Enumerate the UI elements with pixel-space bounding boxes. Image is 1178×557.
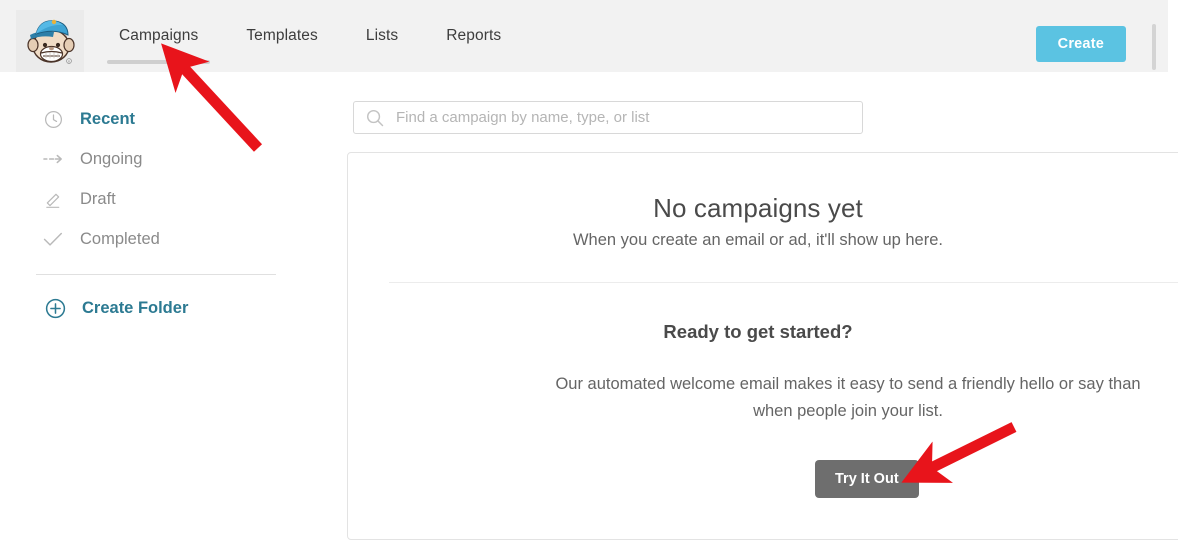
app-header: R Campaigns Templates Lists Reports Crea… bbox=[0, 0, 1168, 72]
create-button[interactable]: Create bbox=[1035, 26, 1126, 62]
sidebar-item-recent-label: Recent bbox=[80, 109, 136, 128]
sidebar-item-completed[interactable]: Completed bbox=[40, 226, 160, 252]
ready-to-start-heading: Ready to get started? bbox=[663, 321, 853, 342]
plus-circle-icon bbox=[42, 295, 68, 321]
freddie-monkey-icon: R bbox=[27, 19, 75, 64]
sidebar-item-draft[interactable]: Draft bbox=[40, 186, 116, 212]
campaigns-empty-state-card: No campaigns yet When you create an emai… bbox=[347, 152, 1178, 540]
check-icon bbox=[40, 226, 66, 252]
clock-icon bbox=[40, 106, 66, 132]
sidebar-item-draft-label: Draft bbox=[80, 189, 116, 208]
sidebar-item-ongoing-label: Ongoing bbox=[80, 149, 143, 168]
nav-tab-reports-label: Reports bbox=[446, 27, 502, 44]
sidebar-item-recent[interactable]: Recent bbox=[40, 106, 135, 132]
main-nav: Campaigns Templates Lists Reports bbox=[95, 0, 525, 72]
nav-tab-lists[interactable]: Lists bbox=[342, 0, 422, 72]
ready-to-start-description: Our automated welcome email makes it eas… bbox=[555, 375, 1141, 420]
nav-tab-campaigns[interactable]: Campaigns bbox=[95, 0, 222, 72]
create-folder-label: Create Folder bbox=[82, 298, 189, 317]
card-divider bbox=[389, 282, 1178, 283]
create-folder-button[interactable]: Create Folder bbox=[42, 295, 188, 321]
search-icon bbox=[354, 109, 396, 127]
header-scrollbar[interactable] bbox=[1152, 24, 1156, 70]
sidebar: Recent Ongoing Draft Completed Create Fo… bbox=[0, 72, 330, 557]
dashed-arrow-icon bbox=[40, 146, 66, 172]
sidebar-item-ongoing[interactable]: Ongoing bbox=[40, 146, 142, 172]
sidebar-item-completed-label: Completed bbox=[80, 229, 160, 248]
search-input[interactable] bbox=[396, 109, 862, 126]
sidebar-divider bbox=[36, 274, 276, 275]
empty-state-title: No campaigns yet bbox=[653, 193, 863, 223]
nav-tab-templates-label: Templates bbox=[246, 27, 318, 44]
nav-tab-lists-label: Lists bbox=[365, 27, 399, 44]
nav-tab-templates[interactable]: Templates bbox=[222, 0, 342, 72]
mailchimp-logo[interactable]: R bbox=[16, 10, 84, 72]
try-it-out-button[interactable]: Try It Out bbox=[815, 460, 919, 498]
search-bar[interactable] bbox=[353, 101, 863, 134]
nav-tab-reports[interactable]: Reports bbox=[422, 0, 525, 72]
empty-state-subtitle: When you create an email or ad, it'll sh… bbox=[572, 231, 943, 249]
nav-tab-campaigns-label: Campaigns bbox=[119, 27, 199, 44]
pencil-icon bbox=[40, 186, 66, 212]
